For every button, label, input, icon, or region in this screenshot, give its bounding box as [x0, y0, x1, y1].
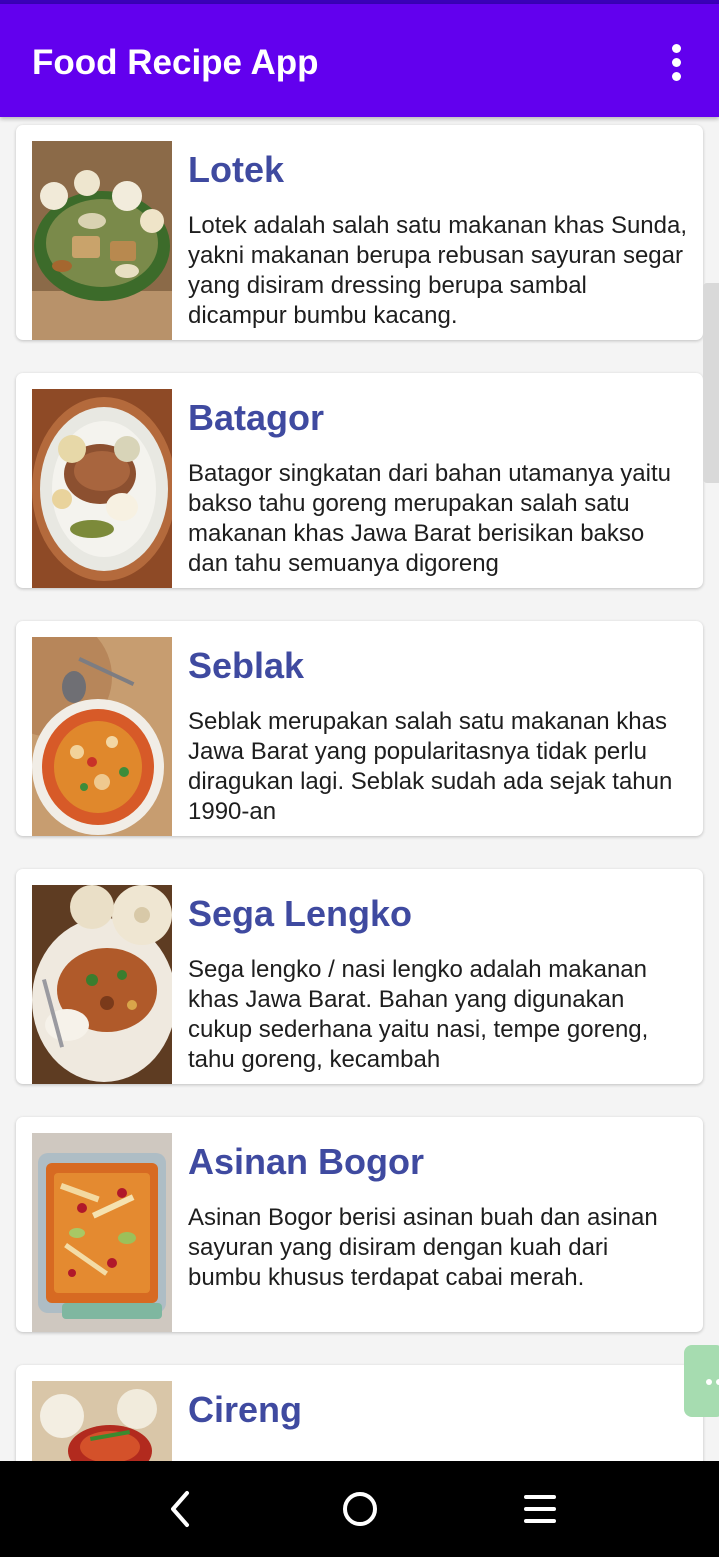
recipe-title: Seblak	[188, 645, 305, 686]
recipe-title: Lotek	[188, 149, 285, 190]
recipe-card-sega-lengko[interactable]: Sega Lengko Sega lengko / nasi lengko ad…	[16, 869, 703, 1084]
recipe-list[interactable]: Lotek Lotek adalah salah satu makanan kh…	[0, 117, 719, 1461]
app-bar: Food Recipe App	[0, 4, 719, 117]
recipe-title: Sega Lengko	[188, 893, 413, 934]
recipe-title: Cireng	[188, 1389, 303, 1430]
recipe-image-asinan-bogor	[32, 1133, 172, 1332]
recipe-card-lotek[interactable]: Lotek Lotek adalah salah satu makanan kh…	[16, 125, 703, 340]
recipe-card-cireng[interactable]: Cireng	[16, 1365, 703, 1461]
recipe-description: Batagor singkatan dari bahan utamanya ya…	[188, 460, 671, 577]
recipe-card-batagor[interactable]: Batagor Batagor singkatan dari bahan uta…	[16, 373, 703, 588]
recipe-description: Lotek adalah salah satu makanan khas Sun…	[188, 212, 688, 329]
app-title: Food Recipe App	[32, 43, 319, 82]
recipe-image-sega-lengko	[32, 885, 172, 1084]
recipe-image-batagor	[32, 389, 172, 588]
recipe-title: Batagor	[188, 397, 325, 438]
recipe-card-asinan-bogor[interactable]: Asinan Bogor Asinan Bogor berisi asinan …	[16, 1117, 703, 1332]
list-scrollbar[interactable]	[703, 283, 719, 483]
chat-bubble-button[interactable]	[684, 1345, 719, 1417]
recipe-description: Asinan Bogor berisi asinan buah dan asin…	[188, 1204, 658, 1291]
recipe-description: Sega lengko / nasi lengko adalah makanan…	[188, 956, 649, 1073]
system-navigation-bar	[0, 1461, 719, 1557]
recipe-card-seblak[interactable]: Seblak Seblak merupakan salah satu makan…	[16, 621, 703, 836]
back-icon[interactable]	[155, 1487, 205, 1531]
recipe-title: Asinan Bogor	[188, 1141, 425, 1182]
recipe-image-lotek	[32, 141, 172, 340]
recipe-image-seblak	[32, 637, 172, 836]
recipe-image-cireng	[32, 1381, 172, 1461]
recents-icon[interactable]	[515, 1487, 565, 1531]
more-options-icon[interactable]	[660, 40, 694, 86]
home-icon[interactable]	[335, 1487, 385, 1531]
recipe-description: Seblak merupakan salah satu makanan khas…	[188, 708, 673, 825]
